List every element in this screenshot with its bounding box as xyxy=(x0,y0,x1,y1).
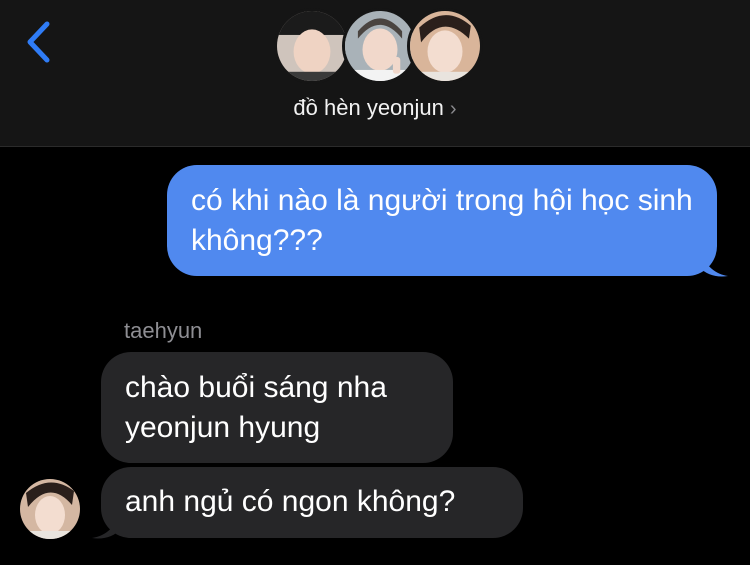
message-text: chào buổi sáng nha yeonjun hyung xyxy=(125,371,387,444)
group-name: đồ hèn yeonjun xyxy=(293,95,444,120)
avatar xyxy=(274,8,350,84)
chevron-left-icon xyxy=(27,21,50,63)
message-bubble-received[interactable]: anh ngủ có ngon không? xyxy=(101,467,523,538)
message-bubble-received[interactable]: chào buổi sáng nha yeonjun hyung xyxy=(101,352,453,463)
chevron-right-icon: › xyxy=(449,98,457,120)
avatar xyxy=(407,8,483,84)
bubble-tail xyxy=(700,250,728,277)
contact-avatar[interactable] xyxy=(20,479,80,539)
message-bubble-sent[interactable]: có khi nào là người trong hội học sinh k… xyxy=(167,165,717,276)
sender-name: taehyun xyxy=(124,318,203,343)
bubble-tail xyxy=(92,514,120,539)
group-avatars[interactable] xyxy=(274,8,484,88)
conversation-header: đồ hèn yeonjun › xyxy=(0,0,750,147)
back-button[interactable] xyxy=(20,18,60,66)
conversation-title[interactable]: đồ hèn yeonjun › xyxy=(0,95,750,121)
message-text: có khi nào là người trong hội học sinh k… xyxy=(191,184,693,257)
message-text: anh ngủ có ngon không? xyxy=(125,485,456,518)
